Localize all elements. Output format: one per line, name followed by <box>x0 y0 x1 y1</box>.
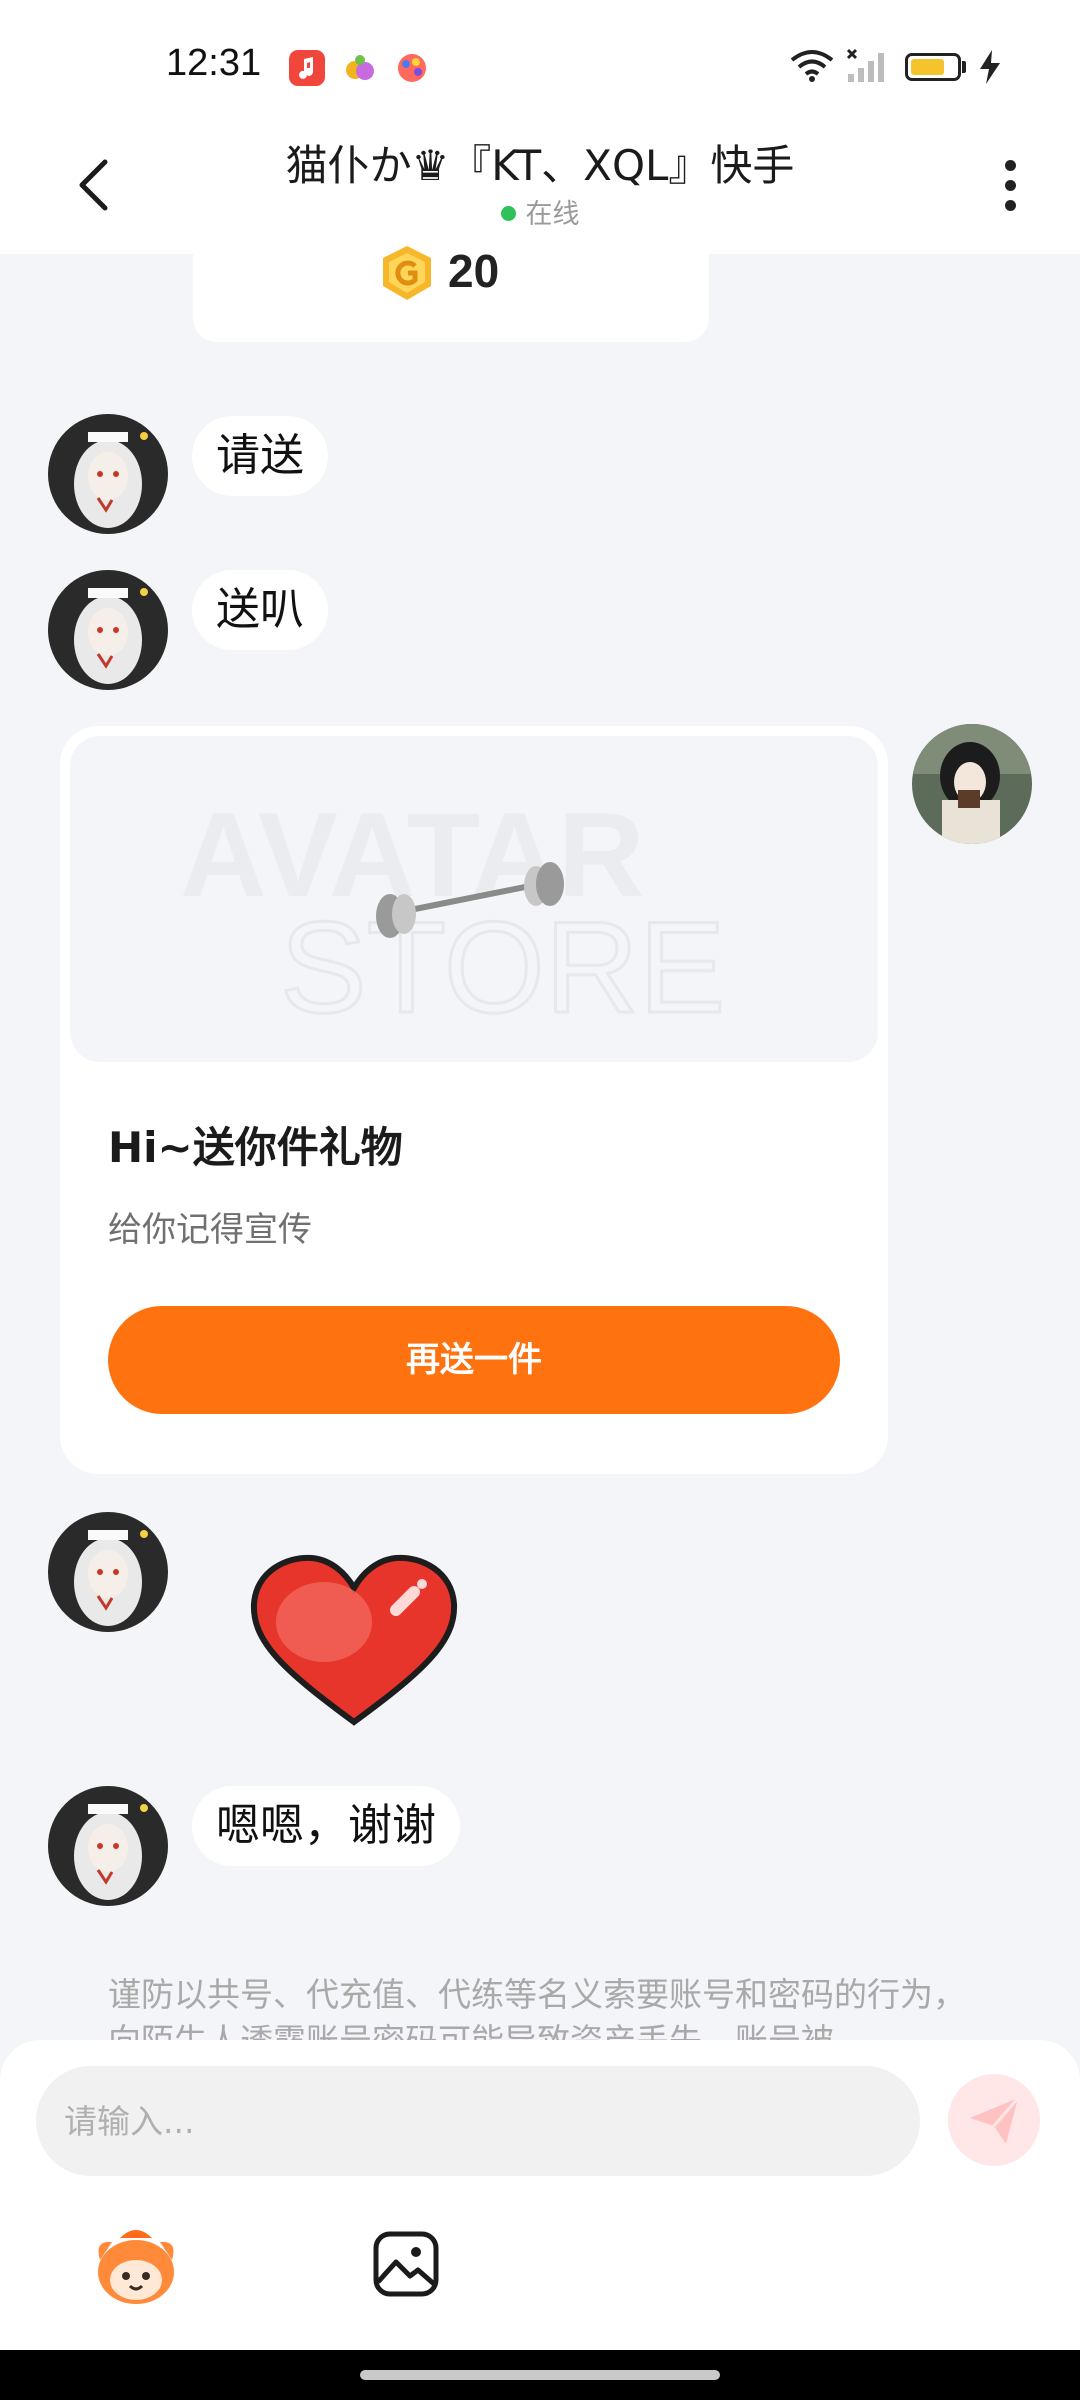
gift-title: Hi~送你件礼物 <box>108 1123 403 1172</box>
more-dot-icon <box>1005 160 1016 171</box>
coin-count: 20 <box>448 245 500 297</box>
send-button[interactable] <box>948 2074 1040 2166</box>
image-picker-button[interactable] <box>366 2224 446 2304</box>
contact-avatar[interactable] <box>48 1512 168 1632</box>
fruit-app-icon <box>342 50 378 86</box>
contact-avatar[interactable] <box>48 1786 168 1906</box>
online-dot-icon <box>500 206 516 221</box>
chat-header: 猫仆か♛『KT、XQL』快手 在线 <box>0 120 1080 254</box>
message-bubble: 请送 <box>192 416 328 496</box>
input-area <box>0 2040 1080 2350</box>
battery-level <box>911 59 944 75</box>
gift-subtitle: 给你记得宣传 <box>108 1210 312 1250</box>
battery-tip <box>962 61 966 73</box>
chat-title[interactable]: 猫仆か♛『KT、XQL』快手 <box>0 132 1080 193</box>
online-status-label: 在线 <box>525 199 580 230</box>
send-again-button[interactable]: 再送一件 <box>108 1306 840 1414</box>
signal-icon <box>846 48 884 82</box>
online-status: 在线 <box>0 192 1080 231</box>
message-bubble: 送叭 <box>192 570 328 650</box>
mascot-icon <box>98 2230 174 2304</box>
red-heart-sticker <box>250 1554 458 1726</box>
gift-preview: AVATAR STORE <box>70 736 878 1062</box>
image-icon <box>373 2231 439 2297</box>
music-app-icon <box>289 50 325 86</box>
my-avatar[interactable] <box>912 724 1032 844</box>
wifi-icon <box>790 50 834 82</box>
paper-plane-icon <box>970 2097 1020 2144</box>
battery-icon <box>905 53 961 81</box>
status-bar: 12:31 <box>0 0 1080 120</box>
contact-avatar[interactable] <box>48 570 168 690</box>
coin-card: 20 <box>193 245 709 342</box>
charging-icon <box>980 50 1000 84</box>
status-time: 12:31 <box>166 42 262 84</box>
home-indicator[interactable] <box>360 2370 720 2380</box>
system-nav-bar <box>0 2350 1080 2400</box>
contact-avatar[interactable] <box>48 414 168 534</box>
gift-card[interactable]: AVATAR STORE Hi~送你件礼物 给你记得宣传 再送一件 <box>60 726 888 1474</box>
emoji-mascot-button[interactable] <box>90 2220 182 2312</box>
barbell-gift-icon <box>376 862 564 938</box>
more-dot-icon <box>1005 200 1016 211</box>
message-bubble: 嗯嗯，谢谢 <box>192 1786 460 1866</box>
more-options-button[interactable] <box>990 146 1030 226</box>
more-dot-icon <box>1005 180 1016 191</box>
coin-icon <box>383 246 431 300</box>
paint-app-icon <box>394 50 430 86</box>
message-input[interactable] <box>36 2066 920 2176</box>
